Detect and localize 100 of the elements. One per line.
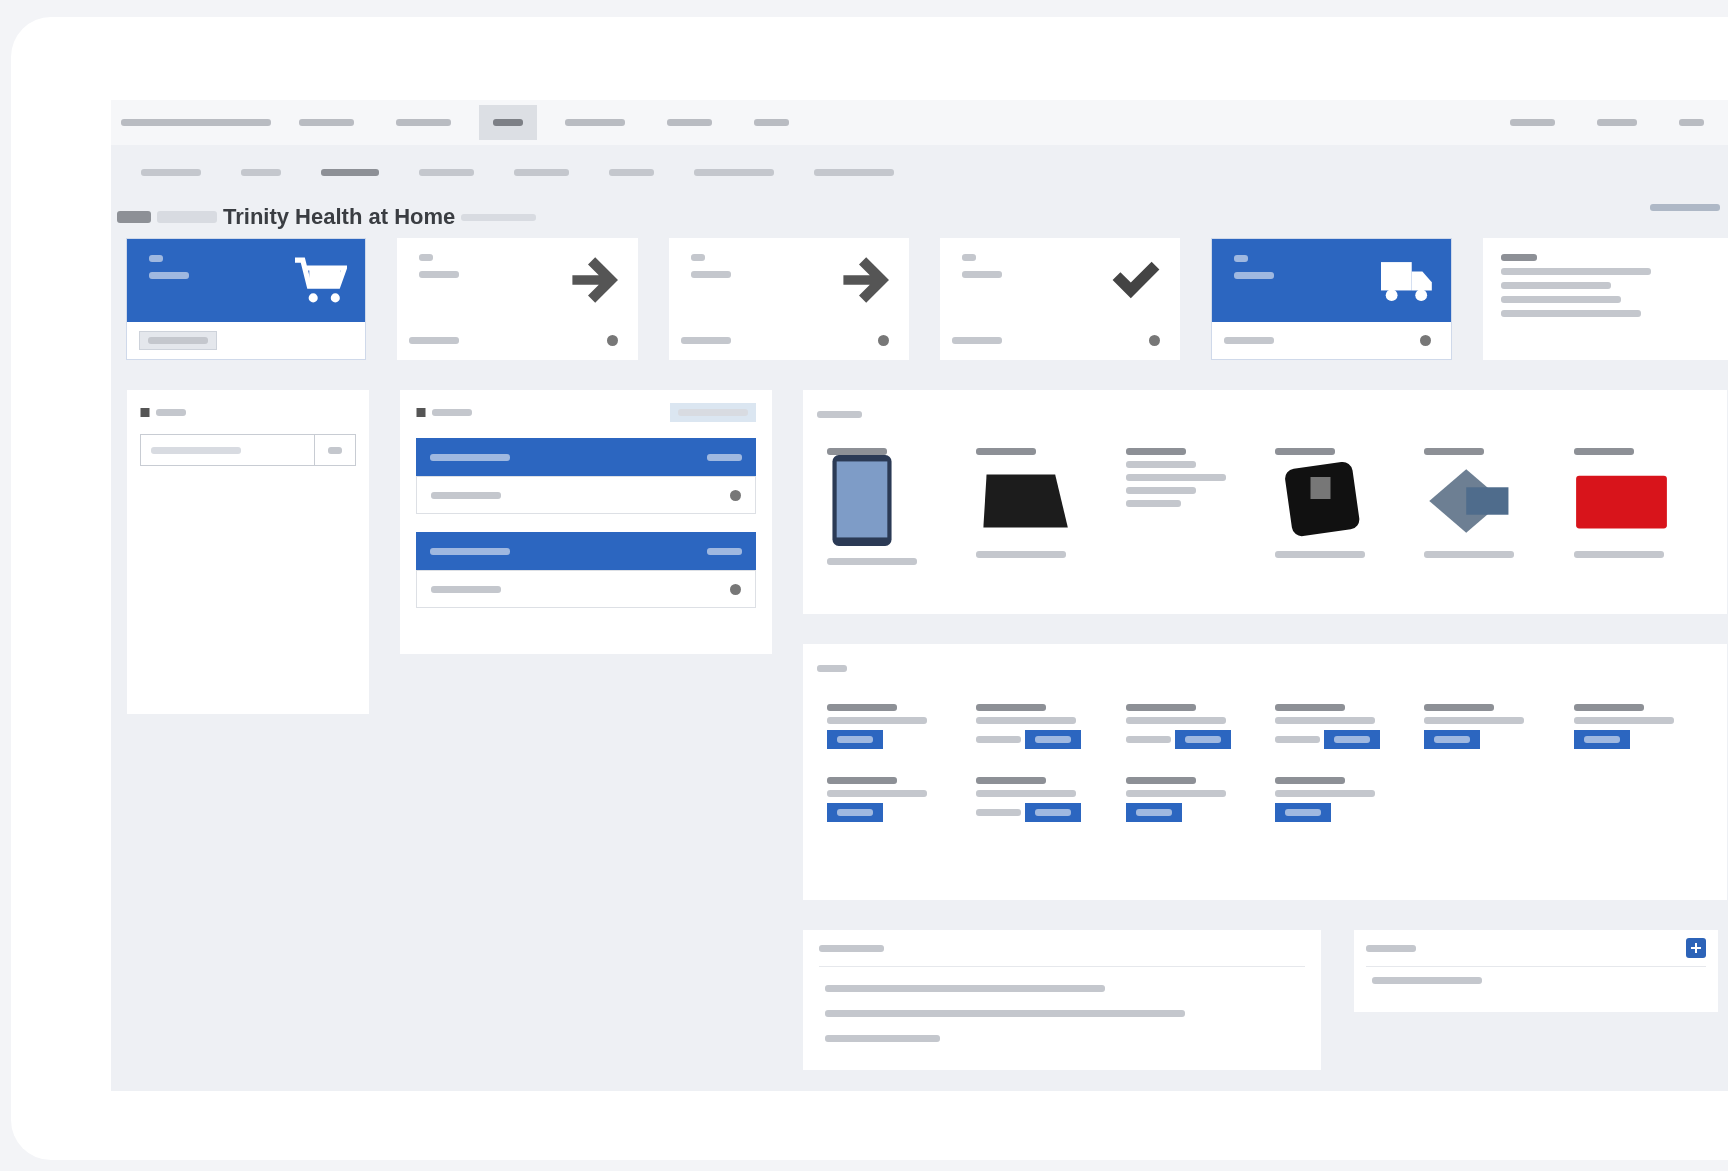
blurred-text	[149, 272, 189, 279]
blurred-text	[148, 337, 208, 344]
blurred-text	[419, 169, 474, 176]
blurred-text	[1234, 255, 1249, 262]
blurred-text	[819, 944, 884, 952]
blurred-text	[419, 254, 434, 261]
blurred-text	[431, 491, 501, 499]
blurred-text	[817, 411, 862, 418]
blurred-text	[817, 665, 847, 672]
blurred-text	[1125, 500, 1181, 507]
blurred-text	[396, 119, 451, 126]
info-dot-icon	[730, 489, 741, 501]
blurred-text	[1573, 704, 1644, 711]
blurred-text	[961, 254, 976, 261]
kit-button[interactable]	[1025, 730, 1082, 749]
blurred-text	[961, 271, 1002, 278]
blurred-text	[328, 446, 342, 454]
blurred-text	[431, 585, 501, 593]
blurred-text	[1035, 809, 1072, 816]
kit-button[interactable]	[827, 730, 883, 749]
blurred-text	[493, 119, 523, 126]
blurred-text	[299, 119, 354, 126]
blurred-text	[1275, 448, 1335, 455]
blurred-text	[690, 271, 731, 278]
search-field[interactable]	[140, 434, 315, 466]
blurred-text	[976, 448, 1037, 455]
kit-button[interactable]	[1125, 803, 1182, 822]
blurred-text	[432, 408, 472, 416]
blurred-text	[1125, 461, 1196, 468]
blurred-text	[1125, 487, 1196, 494]
blurred-text	[976, 704, 1047, 711]
small-button[interactable]	[139, 331, 217, 350]
blurred-text	[1125, 704, 1196, 711]
search-button[interactable]	[315, 434, 356, 466]
plus-button-icon	[1686, 938, 1706, 958]
blurred-text	[827, 448, 887, 455]
blurred-text	[1275, 736, 1320, 743]
blurred-text	[1510, 119, 1555, 126]
blurred-text	[827, 777, 897, 784]
blurred-text	[1125, 448, 1186, 455]
blurred-text	[514, 169, 569, 176]
info-dot-icon	[877, 335, 889, 346]
kit-button[interactable]	[1275, 803, 1331, 822]
blurred-text	[156, 408, 186, 416]
blurred-text	[565, 119, 625, 126]
blurred-text	[837, 809, 873, 816]
blurred-text	[1035, 736, 1072, 743]
blurred-text	[1434, 736, 1471, 743]
blurred-text	[609, 169, 654, 176]
info-dot-icon	[1149, 335, 1161, 346]
blurred-text	[1366, 944, 1416, 952]
blurred-text	[837, 736, 873, 743]
square-icon	[140, 407, 150, 417]
blurred-text	[1573, 448, 1634, 455]
blurred-text	[1275, 777, 1345, 784]
kit-button[interactable]	[1025, 803, 1082, 822]
info-dot-icon	[730, 583, 741, 595]
kit-button[interactable]	[827, 803, 883, 822]
blurred-text	[667, 119, 712, 126]
kit-button[interactable]	[1174, 730, 1231, 749]
blurred-text	[1583, 736, 1620, 743]
kit-button[interactable]	[1424, 730, 1481, 749]
blurred-text	[117, 211, 151, 223]
blurred-text	[1424, 448, 1485, 455]
blurred-text	[241, 169, 281, 176]
blurred-text	[680, 337, 731, 344]
cart-icon	[295, 256, 348, 305]
info-dot-icon	[606, 335, 618, 346]
blurred-text	[1597, 119, 1637, 126]
kit-button[interactable]	[1573, 730, 1630, 749]
square-icon	[416, 407, 426, 417]
blurred-text	[409, 337, 460, 344]
blurred-text	[976, 777, 1047, 784]
blurred-text	[1125, 777, 1196, 784]
info-dot-icon	[1419, 335, 1431, 346]
blurred-text	[149, 255, 163, 262]
blurred-text	[754, 119, 789, 126]
blurred-text	[1234, 272, 1275, 279]
blurred-text	[1275, 704, 1345, 711]
blurred-text	[951, 337, 1002, 344]
blurred-text	[707, 547, 742, 555]
add-button[interactable]	[670, 402, 756, 422]
blurred-text	[827, 704, 897, 711]
blurred-text	[1650, 203, 1720, 211]
kit-button[interactable]	[1324, 730, 1380, 749]
blurred-text	[1224, 337, 1275, 344]
blurred-text	[976, 809, 1022, 816]
blurred-text	[690, 254, 705, 261]
blurred-text	[321, 169, 379, 176]
blurred-text	[1184, 736, 1221, 743]
blurred-text	[707, 453, 742, 461]
nav-tab[interactable]	[479, 105, 537, 140]
blurred-text	[141, 169, 201, 176]
blurred-text	[1679, 119, 1704, 126]
page-title: Trinity Health at Home	[223, 204, 456, 230]
blurred-text	[419, 271, 460, 278]
blurred-text	[1500, 254, 1537, 261]
blurred-text	[1334, 736, 1370, 743]
blurred-text	[976, 736, 1022, 743]
blurred-text	[1125, 736, 1171, 743]
